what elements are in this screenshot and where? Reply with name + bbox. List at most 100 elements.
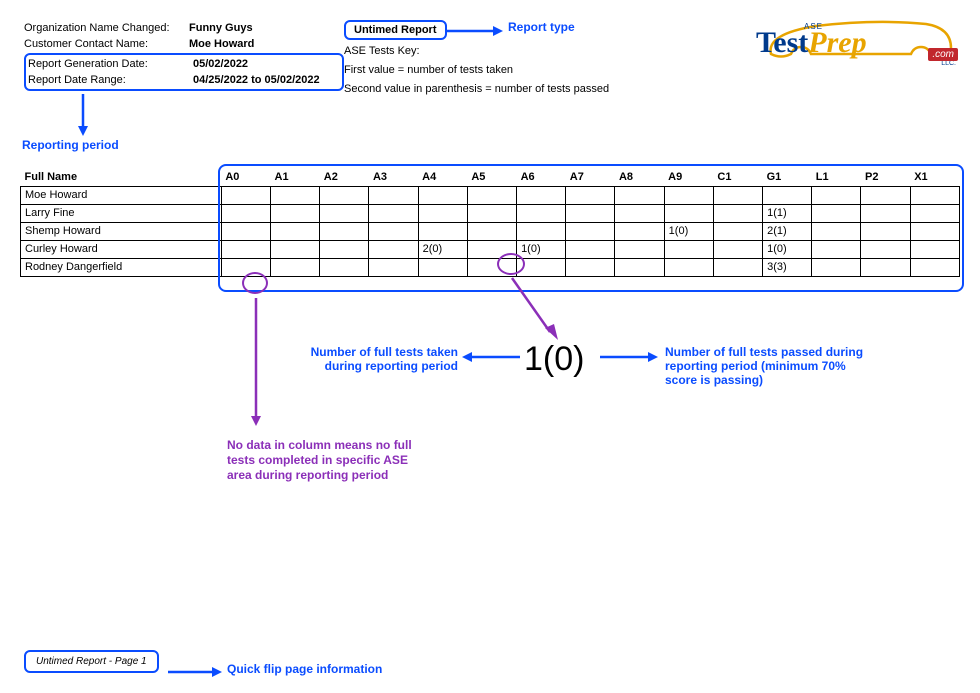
gen-date-value: 05/02/2022 — [193, 56, 248, 72]
cell-value — [221, 258, 270, 276]
cell-value — [664, 240, 713, 258]
cell-value: 1(0) — [763, 240, 812, 258]
cell-value: 1(0) — [664, 222, 713, 240]
annotation-report-type: Report type — [508, 20, 575, 34]
cell-value — [221, 240, 270, 258]
col-A5: A5 — [467, 168, 516, 186]
cell-value — [615, 222, 664, 240]
cell-value — [566, 186, 615, 204]
cell-value — [517, 222, 566, 240]
cell-value — [812, 258, 861, 276]
reporting-period-highlight: Report Generation Date:05/02/2022 Report… — [24, 53, 344, 91]
cell-value — [615, 258, 664, 276]
arrow-left-icon — [460, 350, 522, 364]
cell-value — [517, 204, 566, 222]
col-A0: A0 — [221, 168, 270, 186]
report-table: Full NameA0A1A2A3A4A5A6A7A8A9C1G1L1P2X1 … — [20, 168, 960, 277]
col-L1: L1 — [812, 168, 861, 186]
cell-value — [566, 204, 615, 222]
logo-llc: LLC. — [941, 60, 956, 67]
cell-value — [615, 240, 664, 258]
col-A3: A3 — [369, 168, 418, 186]
cell-value — [320, 186, 369, 204]
col-A8: A8 — [615, 168, 664, 186]
cell-value — [713, 204, 762, 222]
cell-value: 2(1) — [763, 222, 812, 240]
cell-value — [467, 258, 516, 276]
arrow-down-icon — [76, 92, 90, 136]
cell-value — [861, 240, 910, 258]
cell-value — [271, 258, 320, 276]
cell-value — [271, 186, 320, 204]
cell-value — [467, 204, 516, 222]
arrow-diagonal-icon — [510, 276, 560, 342]
gen-date-label: Report Generation Date: — [28, 56, 193, 72]
cell-name: Moe Howard — [21, 186, 222, 204]
col-G1: G1 — [763, 168, 812, 186]
cell-value — [418, 186, 467, 204]
arrow-down-icon — [249, 296, 263, 426]
col-P2: P2 — [861, 168, 910, 186]
table-row: Curley Howard 2(0) 1(0) 1(0) — [21, 240, 960, 258]
cell-name: Curley Howard — [21, 240, 222, 258]
cell-value — [221, 204, 270, 222]
cell-value — [861, 222, 910, 240]
cell-name: Shemp Howard — [21, 222, 222, 240]
cell-value — [566, 258, 615, 276]
cell-value — [615, 186, 664, 204]
arrow-right-icon — [598, 350, 660, 364]
cell-value — [910, 222, 959, 240]
cell-value — [861, 204, 910, 222]
report-type-box: Untimed Report — [344, 20, 447, 40]
col-A4: A4 — [418, 168, 467, 186]
cell-value — [271, 222, 320, 240]
annotation-no-data: No data in column means no full tests co… — [227, 438, 417, 483]
cell-value — [271, 204, 320, 222]
cell-value — [713, 240, 762, 258]
org-value: Funny Guys — [189, 20, 253, 36]
table-row: Moe Howard — [21, 186, 960, 204]
cell-value — [221, 222, 270, 240]
cell-value: 1(0) — [517, 240, 566, 258]
cell-value — [369, 204, 418, 222]
brand-logo: ASE TestPrep LLC. .com — [756, 20, 956, 80]
cell-value — [320, 240, 369, 258]
cell-value — [320, 258, 369, 276]
cell-value: 2(0) — [418, 240, 467, 258]
org-label: Organization Name Changed: — [24, 20, 189, 36]
annotation-tests-passed: Number of full tests passed during repor… — [665, 345, 875, 387]
cell-value — [467, 240, 516, 258]
cell-value — [369, 222, 418, 240]
range-value: 04/25/2022 to 05/02/2022 — [193, 72, 320, 88]
table-row: Rodney Dangerfield3(3) — [21, 258, 960, 276]
col-A6: A6 — [517, 168, 566, 186]
col-C1: C1 — [713, 168, 762, 186]
col-X1: X1 — [910, 168, 959, 186]
logo-test: Test — [756, 26, 808, 59]
cell-value — [566, 240, 615, 258]
annotation-reporting-period: Reporting period — [22, 138, 119, 152]
cell-value — [418, 222, 467, 240]
cell-value — [861, 186, 910, 204]
cell-value — [467, 186, 516, 204]
cell-value — [369, 258, 418, 276]
cell-value — [517, 258, 566, 276]
cell-value — [713, 258, 762, 276]
tests-key-line1: First value = number of tests taken — [344, 62, 724, 78]
cell-value — [910, 240, 959, 258]
annotation-tests-taken: Number of full tests taken during report… — [298, 345, 458, 373]
report-table-wrap: Full NameA0A1A2A3A4A5A6A7A8A9C1G1L1P2X1 … — [20, 168, 960, 277]
contact-value: Moe Howard — [189, 36, 254, 52]
cell-value — [271, 240, 320, 258]
cell-name: Larry Fine — [21, 204, 222, 222]
tests-key-title: ASE Tests Key: — [344, 43, 724, 59]
cell-value — [713, 222, 762, 240]
cell-value — [221, 186, 270, 204]
arrow-right-icon — [166, 665, 222, 679]
cell-value — [418, 204, 467, 222]
cell-value — [812, 186, 861, 204]
logo-com: .com — [928, 48, 958, 61]
cell-value — [910, 186, 959, 204]
col-A1: A1 — [271, 168, 320, 186]
range-label: Report Date Range: — [28, 72, 193, 88]
